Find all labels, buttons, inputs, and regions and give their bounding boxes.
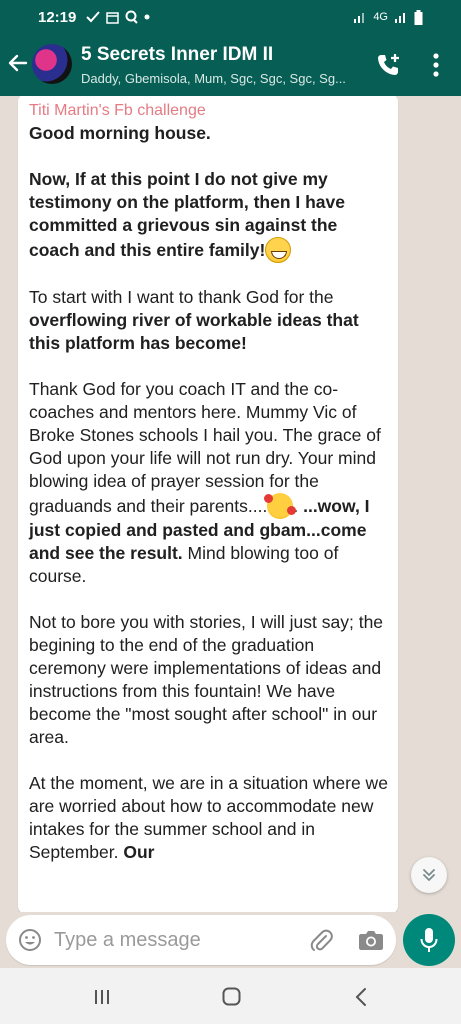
home-icon[interactable] — [222, 987, 241, 1006]
message-paragraph-2: Now, If at this point I do not give my t… — [29, 169, 346, 260]
message-input-box[interactable]: Type a message — [6, 915, 396, 965]
message-paragraph-5: Not to bore you with stories, I will jus… — [29, 612, 384, 747]
scroll-to-bottom-button[interactable] — [411, 857, 447, 893]
message-text: Good morning house. Now, If at this poin… — [29, 122, 391, 864]
q-icon — [125, 10, 139, 24]
message-paragraph-6b: Our — [123, 842, 155, 862]
paperclip-icon[interactable] — [308, 927, 334, 953]
message-paragraph-3a: To start with I want to thank God for th… — [29, 287, 334, 307]
back-nav-icon[interactable] — [354, 987, 368, 1007]
smiling-face-with-hearts-emoji-icon — [264, 493, 297, 519]
camera-icon[interactable] — [358, 928, 384, 952]
message-paragraph-6a: At the moment, we are in a situation whe… — [29, 773, 388, 862]
voice-message-button[interactable] — [403, 914, 455, 966]
double-chevron-down-icon — [423, 869, 435, 881]
add-call-icon[interactable] — [374, 51, 402, 79]
check-icon — [86, 11, 101, 23]
back-arrow-icon[interactable] — [6, 51, 30, 75]
microphone-icon — [420, 928, 438, 952]
signal-4g-icon — [395, 13, 405, 23]
chat-area[interactable]: Titi Martin's Fb challenge Good morning … — [0, 96, 461, 912]
status-time: 12:19 — [38, 8, 77, 26]
system-nav-bar — [0, 968, 461, 1024]
recent-apps-icon[interactable] — [93, 989, 111, 1005]
network-type: 4G — [373, 11, 388, 23]
battery-icon — [414, 9, 423, 25]
composer: Type a message — [0, 912, 461, 968]
message-input-placeholder[interactable]: Type a message — [54, 929, 201, 952]
more-options-icon[interactable] — [426, 52, 446, 78]
status-bar: 12:19 4G — [0, 0, 461, 34]
message-paragraph-3b: overflowing river of workable ideas that… — [29, 310, 359, 353]
emoji-icon[interactable] — [18, 928, 42, 952]
calendar-icon — [106, 11, 120, 24]
group-avatar[interactable] — [32, 44, 72, 84]
grinning-face-emoji-icon — [265, 237, 292, 263]
message-bubble[interactable]: Titi Martin's Fb challenge Good morning … — [18, 96, 398, 912]
sender-name[interactable]: Titi Martin's Fb challenge — [29, 100, 398, 122]
status-right-icons: 4G — [353, 9, 423, 25]
dot-icon — [144, 14, 150, 20]
status-left-icons — [86, 10, 150, 24]
message-paragraph-1: Good morning house. — [29, 123, 211, 143]
chat-header: 5 Secrets Inner IDM II Daddy, Gbemisola,… — [0, 34, 461, 96]
group-title[interactable]: 5 Secrets Inner IDM II — [81, 44, 273, 66]
group-members[interactable]: Daddy, Gbemisola, Mum, Sgc, Sgc, Sgc, Sg… — [81, 71, 361, 86]
signal-icon — [354, 13, 365, 23]
